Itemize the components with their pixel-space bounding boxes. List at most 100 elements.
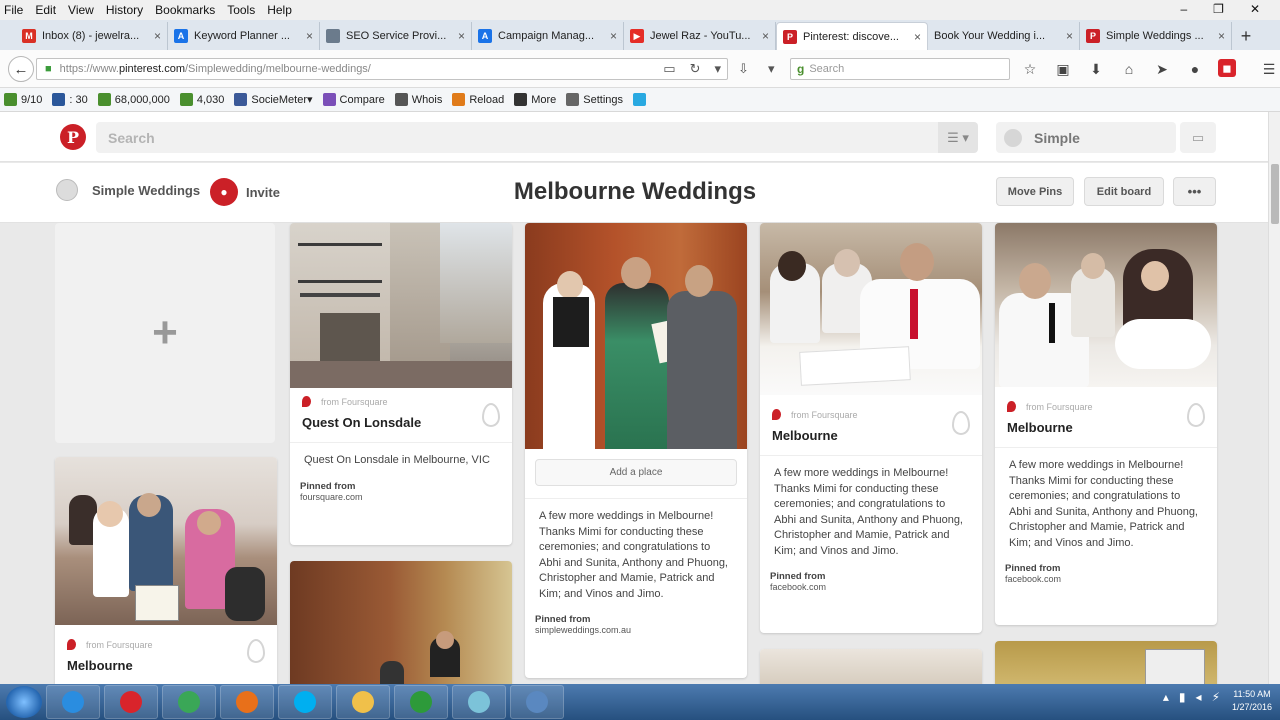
- map-pin-icon[interactable]: [247, 639, 265, 663]
- pinned-from-link[interactable]: facebook.com: [1005, 574, 1061, 584]
- pin-card[interactable]: from Foursquare Melbourne A few more wed…: [760, 223, 982, 633]
- edit-board-button[interactable]: Edit board: [1084, 177, 1164, 206]
- pin-image[interactable]: [525, 223, 747, 449]
- menu-view[interactable]: View: [68, 3, 94, 17]
- new-tab-button[interactable]: +: [1232, 22, 1260, 50]
- seo-toolbar-item[interactable]: Reload: [452, 93, 504, 106]
- start-button[interactable]: [6, 686, 42, 718]
- move-pins-button[interactable]: Move Pins: [996, 177, 1074, 206]
- messages-button[interactable]: ▭: [1180, 122, 1216, 153]
- taskbar-app-button[interactable]: [104, 685, 158, 719]
- pin-card[interactable]: Add a place A few more weddings in Melbo…: [525, 223, 747, 678]
- seo-toolbar-item[interactable]: More: [514, 93, 556, 106]
- seo-toolbar-item[interactable]: 9/10: [4, 93, 42, 106]
- browser-tab[interactable]: SEO Service Provi... ×: [320, 22, 472, 50]
- seo-toolbar-item[interactable]: Whois: [394, 93, 442, 106]
- browser-tab[interactable]: Book Your Wedding i... ×: [928, 22, 1080, 50]
- show-hidden-icon[interactable]: ▴: [1163, 690, 1169, 704]
- system-clock[interactable]: 11:50 AM 1/27/2016: [1232, 688, 1272, 714]
- pinned-from-link[interactable]: foursquare.com: [300, 492, 363, 502]
- add-place-button[interactable]: Add a place: [535, 459, 737, 486]
- map-pin-icon[interactable]: [952, 411, 970, 435]
- browser-tab[interactable]: P Simple Weddings ... ×: [1080, 22, 1232, 50]
- volume-icon[interactable]: ◂: [1196, 690, 1202, 704]
- seo-toolbar-item[interactable]: Settings: [566, 93, 623, 106]
- close-tab-icon[interactable]: ×: [1218, 29, 1225, 43]
- taskbar-app-button[interactable]: [46, 685, 100, 719]
- pin-place-name[interactable]: Melbourne: [995, 412, 1217, 435]
- seo-toolbar-item[interactable]: Compare: [322, 93, 385, 106]
- hamburger-menu-icon[interactable]: ☰: [1259, 59, 1279, 79]
- pin-place-name[interactable]: Melbourne: [55, 650, 277, 673]
- menu-help[interactable]: Help: [267, 3, 292, 17]
- close-tab-icon[interactable]: ×: [306, 29, 313, 43]
- map-pin-icon[interactable]: [1187, 403, 1205, 427]
- pin-card[interactable]: [995, 641, 1217, 684]
- close-tab-icon[interactable]: ×: [914, 30, 921, 44]
- taskbar-app-button[interactable]: [220, 685, 274, 719]
- seo-toolbar-item[interactable]: : 30: [52, 93, 88, 106]
- browser-tab[interactable]: M Inbox (8) - jewelra... ×: [16, 22, 168, 50]
- close-tab-icon[interactable]: ×: [458, 29, 465, 43]
- taskbar-app-button[interactable]: [452, 685, 506, 719]
- search-filter-button[interactable]: ☰ ▾: [938, 122, 978, 153]
- pin-card[interactable]: from Foursquare Quest On Lonsdale Quest …: [290, 223, 512, 545]
- pin-image[interactable]: [290, 561, 512, 684]
- dropdown-icon[interactable]: ▾: [714, 61, 721, 77]
- taskbar-app-button[interactable]: [278, 685, 332, 719]
- menu-bookmarks[interactable]: Bookmarks: [155, 3, 215, 17]
- close-tab-icon[interactable]: ×: [1066, 29, 1073, 43]
- home-icon[interactable]: ⌂: [1119, 59, 1139, 79]
- board-owner-link[interactable]: Simple Weddings: [56, 179, 200, 201]
- pin-card[interactable]: [290, 561, 512, 684]
- pin-place-name[interactable]: Melbourne: [760, 420, 982, 443]
- reload-icon[interactable]: ↻: [690, 61, 701, 77]
- twitter-icon[interactable]: [633, 93, 647, 106]
- seo-toolbar-item[interactable]: 68,000,000: [97, 93, 170, 106]
- pin-card[interactable]: from Foursquare Melbourne A few more wed…: [995, 223, 1217, 625]
- menu-file[interactable]: File: [4, 3, 23, 17]
- scrollbar-thumb[interactable]: [1271, 164, 1279, 224]
- seo-toolbar-item[interactable]: SocieMeter▾: [234, 93, 313, 106]
- pinned-from-link[interactable]: facebook.com: [770, 582, 826, 592]
- chat-icon[interactable]: ●: [1185, 59, 1205, 79]
- pin-card[interactable]: [760, 649, 982, 684]
- pin-image[interactable]: [290, 223, 512, 388]
- pocket-icon[interactable]: ◼: [1218, 59, 1236, 77]
- taskbar-app-button[interactable]: [162, 685, 216, 719]
- pin-card[interactable]: from Foursquare Melbourne: [55, 457, 277, 684]
- browser-tab[interactable]: P Pinterest: discove... ×: [776, 22, 928, 50]
- seo-toolbar-item[interactable]: 4,030: [179, 93, 224, 106]
- pin-image[interactable]: [995, 223, 1217, 387]
- close-tab-icon[interactable]: ×: [154, 29, 161, 43]
- pin-image[interactable]: [995, 641, 1217, 684]
- network-icon[interactable]: ▮: [1179, 690, 1186, 704]
- pin-image[interactable]: [760, 649, 982, 684]
- menu-history[interactable]: History: [106, 3, 143, 17]
- pinterest-search-input[interactable]: Search: [96, 122, 976, 153]
- menu-tools[interactable]: Tools: [227, 3, 255, 17]
- browser-tab[interactable]: A Campaign Manag... ×: [472, 22, 624, 50]
- send-icon[interactable]: ➤: [1152, 59, 1172, 79]
- close-tab-icon[interactable]: ×: [762, 29, 769, 43]
- page-scrollbar[interactable]: [1268, 112, 1280, 684]
- maximize-icon[interactable]: ❐: [1213, 2, 1224, 16]
- download-icon[interactable]: ⇩: [738, 61, 749, 77]
- pinned-from-link[interactable]: simpleweddings.com.au: [535, 625, 631, 635]
- clipboard-icon[interactable]: ▣: [1053, 59, 1073, 79]
- address-bar[interactable]: ■ https://www. pinterest.com /Simplewedd…: [36, 58, 728, 80]
- menu-edit[interactable]: Edit: [35, 3, 56, 17]
- close-tab-icon[interactable]: ×: [610, 29, 617, 43]
- reader-view-icon[interactable]: ▭: [663, 61, 675, 77]
- invite-button[interactable]: ● Invite: [210, 178, 280, 206]
- browser-tab[interactable]: ▶ Jewel Raz - YouTu... ×: [624, 22, 776, 50]
- close-window-icon[interactable]: ✕: [1250, 2, 1260, 16]
- pin-place-name[interactable]: Quest On Lonsdale: [290, 407, 512, 430]
- download-menu-icon[interactable]: ▾: [768, 61, 775, 77]
- downloads-icon[interactable]: ⬇: [1086, 59, 1106, 79]
- browser-tab[interactable]: A Keyword Planner ... ×: [168, 22, 320, 50]
- add-pin-button[interactable]: +: [55, 223, 275, 443]
- bookmark-star-icon[interactable]: ☆: [1020, 59, 1040, 79]
- taskbar-app-button[interactable]: [336, 685, 390, 719]
- pinterest-logo-icon[interactable]: P: [60, 124, 86, 150]
